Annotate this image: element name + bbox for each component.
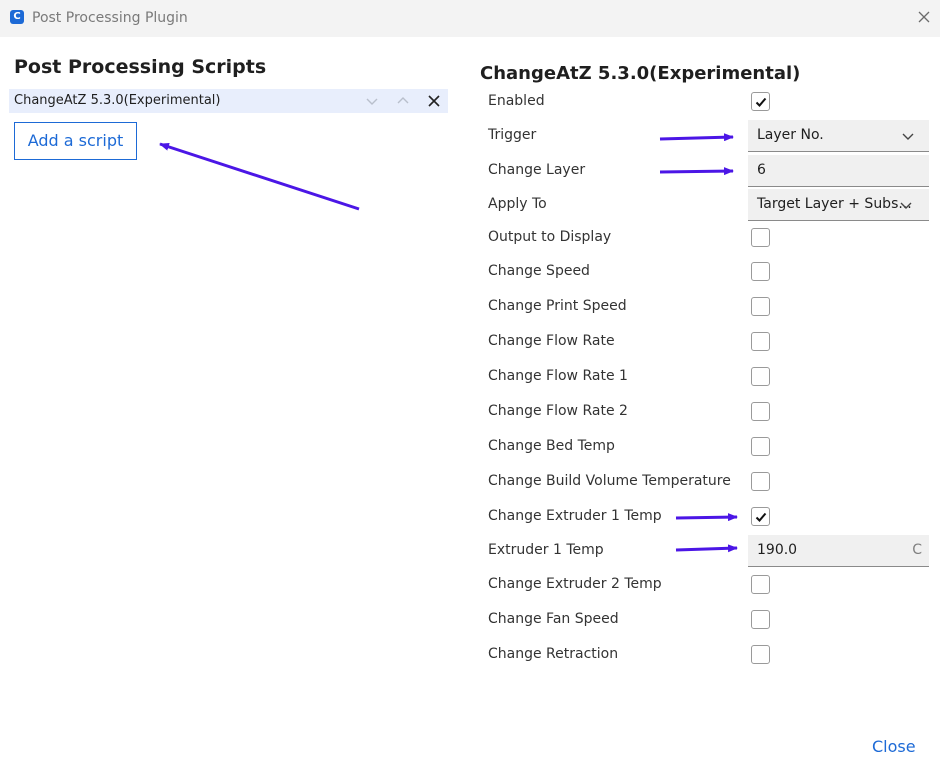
checkbox-enabled[interactable] bbox=[751, 92, 770, 111]
close-icon[interactable] bbox=[914, 7, 934, 27]
close-button[interactable]: Close bbox=[872, 737, 916, 756]
setting-label-change-print-speed: Change Print Speed bbox=[488, 298, 627, 314]
move-up-icon[interactable] bbox=[395, 93, 411, 109]
setting-label-change-flow-rate-1: Change Flow Rate 1 bbox=[488, 368, 628, 384]
setting-label-extruder-1-temp: Extruder 1 Temp bbox=[488, 542, 604, 558]
trigger-dropdown[interactable]: Layer No. bbox=[748, 120, 929, 152]
arrow-to-add-script bbox=[159, 142, 360, 211]
checkmark-icon bbox=[755, 512, 767, 522]
script-list-item[interactable]: ChangeAtZ 5.3.0(Experimental) bbox=[9, 89, 448, 113]
arrow-to-trigger bbox=[659, 133, 734, 142]
arrow-to-change-layer bbox=[659, 167, 734, 176]
extruder-1-temp-value: 190.0 bbox=[757, 542, 798, 558]
chevron-down-icon bbox=[900, 202, 912, 209]
checkbox-change-flow-rate-2[interactable] bbox=[751, 402, 770, 421]
setting-label-change-speed: Change Speed bbox=[488, 263, 590, 279]
apply-to-value: Target Layer + Subs... bbox=[757, 196, 912, 212]
temp-unit: C bbox=[912, 542, 922, 558]
checkbox-change-speed[interactable] bbox=[751, 262, 770, 281]
trigger-value: Layer No. bbox=[757, 127, 824, 143]
settings-heading: ChangeAtZ 5.3.0(Experimental) bbox=[480, 63, 801, 84]
title-bar: C Post Processing Plugin bbox=[0, 0, 940, 37]
annotation-arrows bbox=[159, 133, 738, 553]
setting-label-change-extruder-2-temp: Change Extruder 2 Temp bbox=[488, 576, 662, 592]
setting-label-change-extruder-1-temp: Change Extruder 1 Temp bbox=[488, 508, 662, 524]
apply-to-dropdown[interactable]: Target Layer + Subs... bbox=[748, 189, 929, 221]
extruder-1-temp-input[interactable]: 190.0 C bbox=[748, 535, 929, 567]
app-icon: C bbox=[10, 10, 24, 24]
checkbox-change-fan-speed[interactable] bbox=[751, 610, 770, 629]
setting-label-trigger: Trigger bbox=[488, 127, 537, 143]
chevron-down-icon bbox=[902, 133, 914, 140]
setting-label-output-to-display: Output to Display bbox=[488, 229, 612, 245]
checkbox-change-extruder-2-temp[interactable] bbox=[751, 575, 770, 594]
checkbox-change-extruder-1-temp[interactable] bbox=[751, 507, 770, 526]
setting-label-change-build-volume-temp: Change Build Volume Temperature bbox=[488, 473, 731, 489]
setting-label-enabled: Enabled bbox=[488, 93, 545, 109]
checkbox-change-print-speed[interactable] bbox=[751, 297, 770, 316]
checkbox-change-bed-temp[interactable] bbox=[751, 437, 770, 456]
checkbox-change-flow-rate-1[interactable] bbox=[751, 367, 770, 386]
setting-label-change-bed-temp: Change Bed Temp bbox=[488, 438, 615, 454]
scripts-heading: Post Processing Scripts bbox=[14, 56, 267, 78]
change-layer-value: 6 bbox=[757, 162, 766, 178]
window-title: Post Processing Plugin bbox=[32, 10, 188, 26]
arrow-to-extruder-checkbox bbox=[675, 513, 738, 522]
checkbox-output-to-display[interactable] bbox=[751, 228, 770, 247]
add-script-button[interactable]: Add a script bbox=[14, 122, 137, 160]
checkbox-change-flow-rate[interactable] bbox=[751, 332, 770, 351]
arrow-to-extruder-temp bbox=[675, 544, 738, 553]
checkbox-change-retraction[interactable] bbox=[751, 645, 770, 664]
setting-label-change-retraction: Change Retraction bbox=[488, 646, 619, 662]
change-layer-input[interactable]: 6 bbox=[748, 155, 929, 187]
setting-label-change-fan-speed: Change Fan Speed bbox=[488, 611, 619, 627]
script-label: ChangeAtZ 5.3.0(Experimental) bbox=[14, 93, 221, 108]
checkmark-icon bbox=[755, 97, 767, 107]
move-down-icon[interactable] bbox=[364, 93, 380, 109]
setting-label-apply-to: Apply To bbox=[488, 196, 547, 212]
setting-label-change-flow-rate: Change Flow Rate bbox=[488, 333, 615, 349]
setting-label-change-flow-rate-2: Change Flow Rate 2 bbox=[488, 403, 628, 419]
remove-script-icon[interactable] bbox=[426, 93, 442, 109]
checkbox-change-build-volume-temp[interactable] bbox=[751, 472, 770, 491]
setting-label-change-layer: Change Layer bbox=[488, 162, 586, 178]
